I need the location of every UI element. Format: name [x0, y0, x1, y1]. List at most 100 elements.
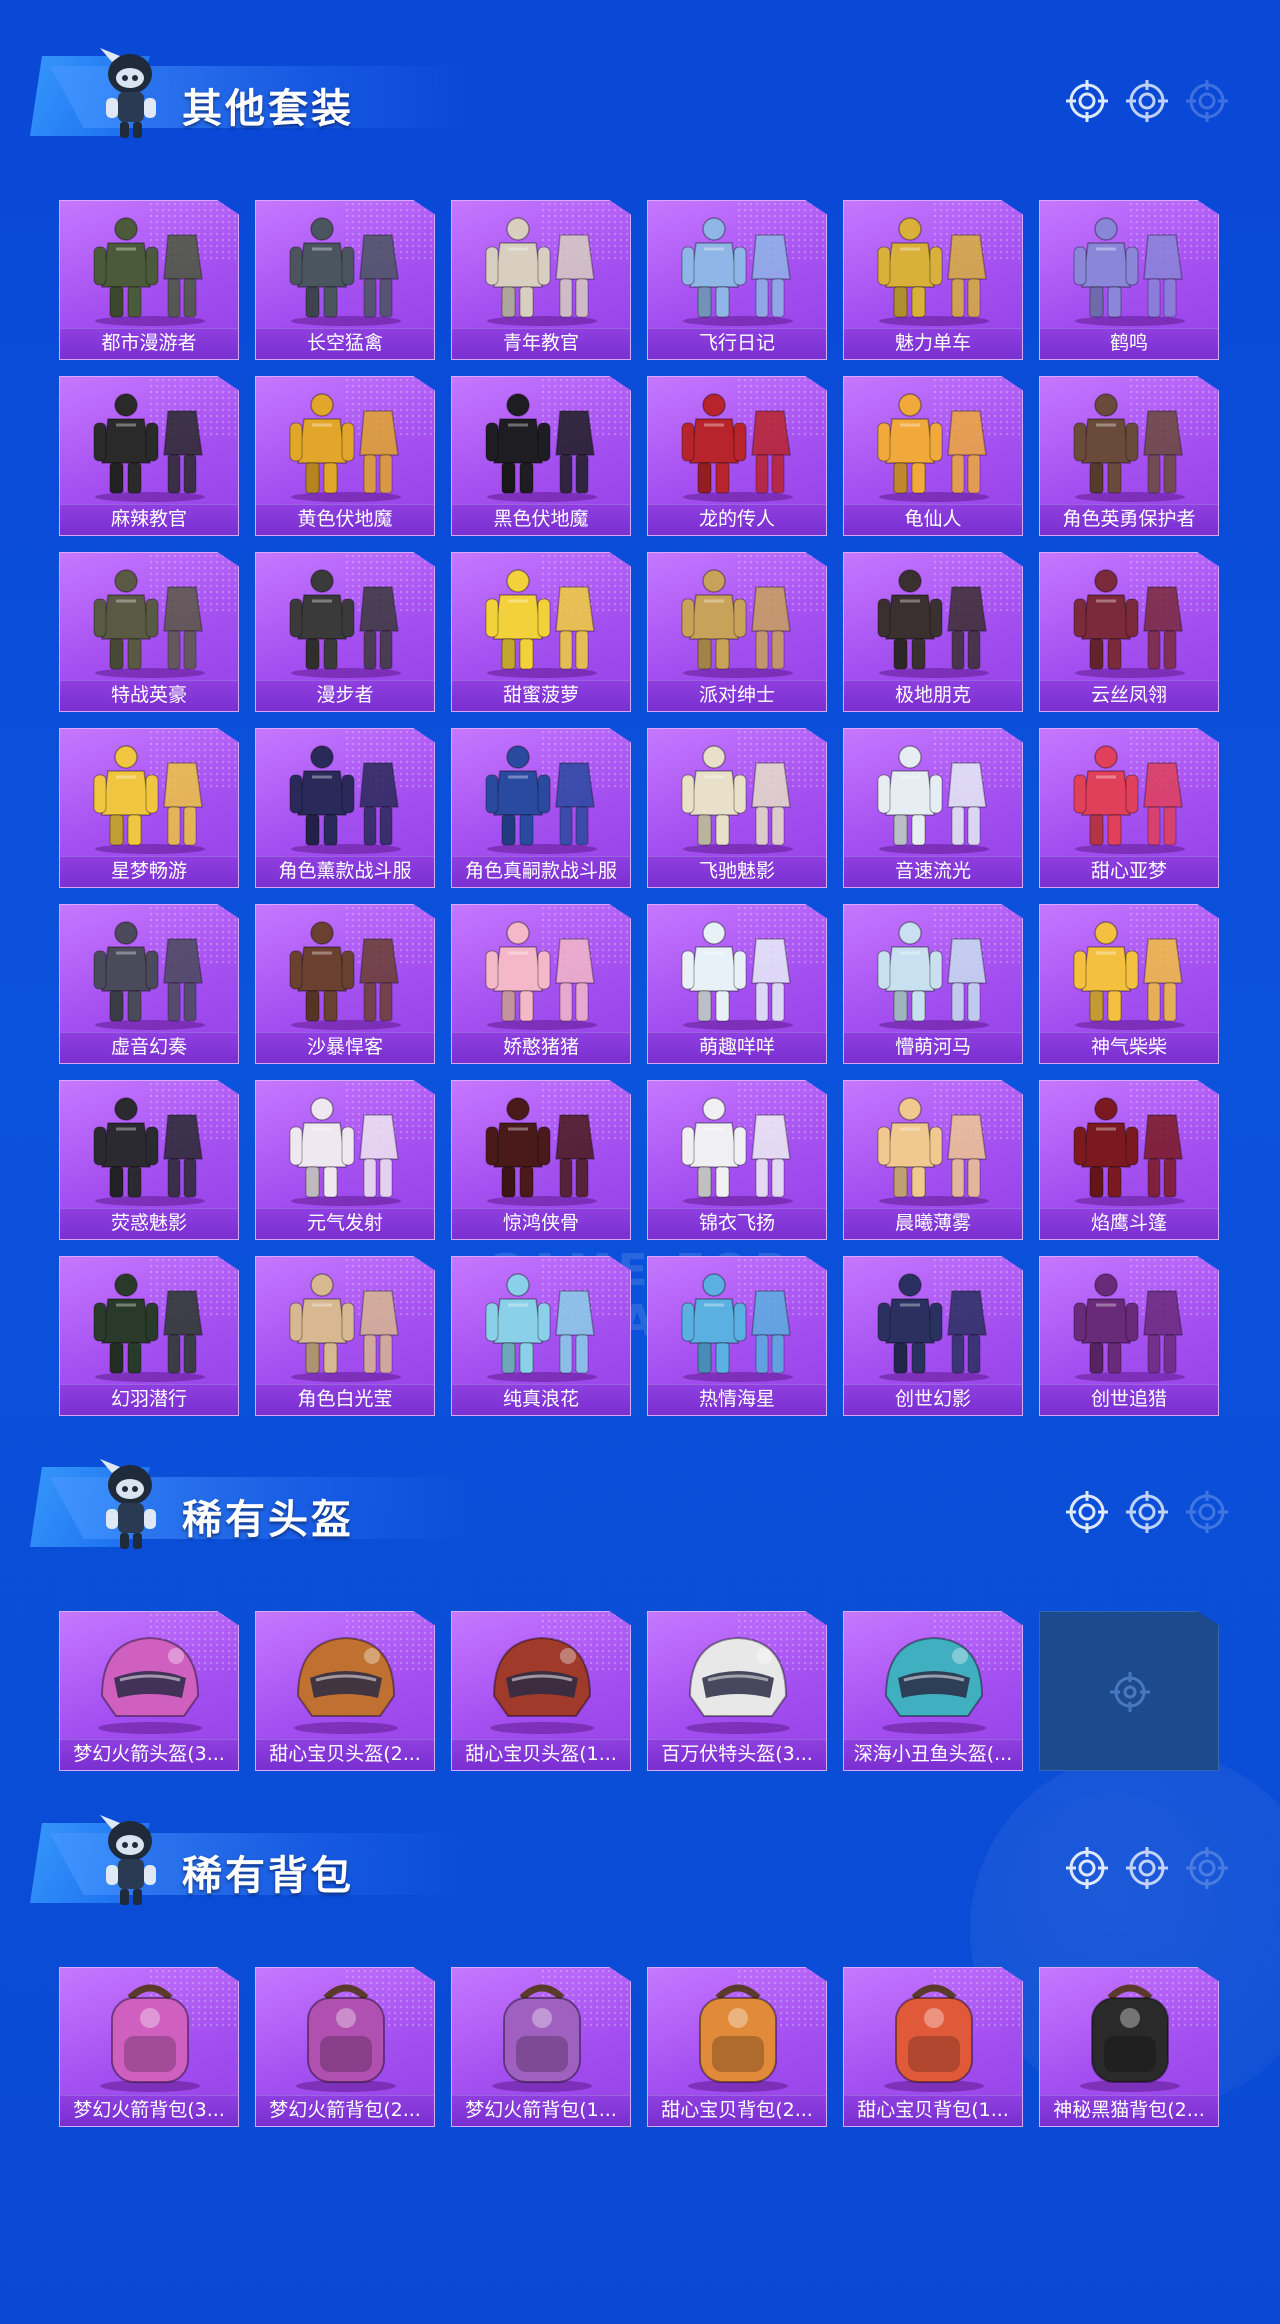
outfit-card[interactable]: 甜心亚梦: [1039, 728, 1219, 888]
outfit-card[interactable]: 黄色伏地魔: [255, 376, 435, 536]
outfit-image: [472, 913, 612, 1031]
outfit-image: [276, 1265, 416, 1383]
outfit-card[interactable]: 虚音幻奏: [59, 904, 239, 1064]
card-label: 黄色伏地魔: [297, 508, 393, 530]
outfit-card[interactable]: 音速流光: [843, 728, 1023, 888]
outfit-card[interactable]: 萌趣咩咩: [647, 904, 827, 1064]
backpack-card[interactable]: 梦幻火箭背包(2...: [255, 1967, 435, 2127]
helmet-card[interactable]: 深海小丑鱼头盔(...: [843, 1611, 1023, 1771]
outfit-card[interactable]: 漫步者: [255, 552, 435, 712]
reticle-icon: [1064, 78, 1110, 124]
section-title: 稀有背包: [182, 1853, 354, 1899]
card-label: 幻羽潜行: [110, 1388, 187, 1410]
outfit-card[interactable]: 青年教官: [451, 200, 631, 360]
card-label: 甜心宝贝背包(1...: [857, 2099, 1009, 2121]
helmet-card[interactable]: 甜心宝贝头盔(1...: [451, 1611, 631, 1771]
helmet-card[interactable]: 梦幻火箭头盔(3...: [59, 1611, 239, 1771]
outfit-card[interactable]: 惊鸿侠骨: [451, 1080, 631, 1240]
card-label: 甜心宝贝背包(2...: [661, 2099, 813, 2121]
outfit-card[interactable]: 云丝凤翎: [1039, 552, 1219, 712]
outfit-card[interactable]: 创世追猎: [1039, 1256, 1219, 1416]
outfit-image: [864, 385, 1004, 503]
outfit-image: [472, 561, 612, 679]
outfit-image: [472, 1265, 612, 1383]
outfit-image: [1060, 913, 1200, 1031]
outfit-card[interactable]: 幻羽潜行: [59, 1256, 239, 1416]
backpack-image: [276, 1976, 416, 2094]
card-label: 纯真浪花: [502, 1388, 579, 1410]
outfit-card[interactable]: 角色英勇保护者: [1039, 376, 1219, 536]
outfit-card[interactable]: 派对绅士: [647, 552, 827, 712]
outfit-card[interactable]: 龟仙人: [843, 376, 1023, 536]
outfit-card[interactable]: 娇憨猪猪: [451, 904, 631, 1064]
card-label: 娇憨猪猪: [502, 1036, 579, 1058]
outfit-image: [276, 913, 416, 1031]
outfit-image: [472, 1089, 612, 1207]
backpack-card[interactable]: 梦幻火箭背包(3...: [59, 1967, 239, 2127]
backpack-image: [668, 1976, 808, 2094]
outfit-image: [864, 561, 1004, 679]
card-label: 甜心宝贝头盔(1...: [465, 1743, 617, 1765]
outfit-card[interactable]: 长空猛禽: [255, 200, 435, 360]
outfit-card[interactable]: 角色薰款战斗服: [255, 728, 435, 888]
outfit-card[interactable]: 纯真浪花: [451, 1256, 631, 1416]
backpack-card[interactable]: 梦幻火箭背包(1...: [451, 1967, 631, 2127]
outfit-card[interactable]: 晨曦薄雾: [843, 1080, 1023, 1240]
outfit-card[interactable]: 甜蜜菠萝: [451, 552, 631, 712]
section-title: 其他套装: [182, 86, 354, 132]
card-label: 鹤鸣: [1109, 332, 1148, 354]
reticle-indicators: [1064, 78, 1254, 128]
card-label: 长空猛禽: [306, 332, 383, 354]
outfit-image: [864, 1089, 1004, 1207]
helmet-card[interactable]: 百万伏特头盔(3...: [647, 1611, 827, 1771]
outfit-card[interactable]: 角色白光莹: [255, 1256, 435, 1416]
card-label: 懵萌河马: [894, 1036, 971, 1058]
outfit-card[interactable]: 黑色伏地魔: [451, 376, 631, 536]
backpack-image: [80, 1976, 220, 2094]
outfit-card[interactable]: 荧惑魅影: [59, 1080, 239, 1240]
outfit-card[interactable]: 龙的传人: [647, 376, 827, 536]
card-label: 飞行日记: [698, 332, 775, 354]
outfit-card[interactable]: 角色真嗣款战斗服: [451, 728, 631, 888]
outfit-card[interactable]: 沙暴悍客: [255, 904, 435, 1064]
outfit-card[interactable]: 懵萌河马: [843, 904, 1023, 1064]
outfit-card[interactable]: 焰鹰斗篷: [1039, 1080, 1219, 1240]
outfit-image: [80, 1089, 220, 1207]
outfit-image: [1060, 209, 1200, 327]
outfit-card[interactable]: 麻辣教官: [59, 376, 239, 536]
outfit-card[interactable]: 星梦畅游: [59, 728, 239, 888]
backpack-card[interactable]: 神秘黑猫背包(2...: [1039, 1967, 1219, 2127]
card-label: 沙暴悍客: [306, 1036, 383, 1058]
card-label: 元气发射: [306, 1212, 383, 1234]
card-label: 龙的传人: [698, 508, 775, 530]
backpack-card[interactable]: 甜心宝贝背包(2...: [647, 1967, 827, 2127]
outfit-card[interactable]: 热情海星: [647, 1256, 827, 1416]
outfit-card[interactable]: 特战英豪: [59, 552, 239, 712]
helmet-card[interactable]: 甜心宝贝头盔(2...: [255, 1611, 435, 1771]
card-label: 漫步者: [316, 684, 374, 706]
empty-slot-icon: [1108, 1670, 1152, 1714]
outfit-card[interactable]: 鹤鸣: [1039, 200, 1219, 360]
outfit-image: [864, 1265, 1004, 1383]
outfit-card[interactable]: 创世幻影: [843, 1256, 1023, 1416]
outfit-card[interactable]: 神气柴柴: [1039, 904, 1219, 1064]
section-header: 其他套装: [30, 36, 470, 146]
outfit-card[interactable]: 锦衣飞扬: [647, 1080, 827, 1240]
outfit-image: [276, 1089, 416, 1207]
card-label: 梦幻火箭背包(3...: [73, 2099, 225, 2121]
outfit-card[interactable]: 元气发射: [255, 1080, 435, 1240]
reticle-icon: [1124, 78, 1170, 124]
card-label: 角色真嗣款战斗服: [464, 860, 617, 882]
helmet-image: [472, 1620, 612, 1738]
outfit-image: [276, 737, 416, 855]
card-label: 麻辣教官: [110, 508, 187, 530]
helmet-image: [276, 1620, 416, 1738]
outfit-card[interactable]: 飞驰魅影: [647, 728, 827, 888]
outfit-card[interactable]: 飞行日记: [647, 200, 827, 360]
card-label: 音速流光: [894, 860, 971, 882]
outfit-card[interactable]: 极地朋克: [843, 552, 1023, 712]
outfit-card[interactable]: 都市漫游者: [59, 200, 239, 360]
outfit-card[interactable]: 魅力单车: [843, 200, 1023, 360]
backpack-card[interactable]: 甜心宝贝背包(1...: [843, 1967, 1023, 2127]
reticle-icon: [1124, 1489, 1170, 1535]
